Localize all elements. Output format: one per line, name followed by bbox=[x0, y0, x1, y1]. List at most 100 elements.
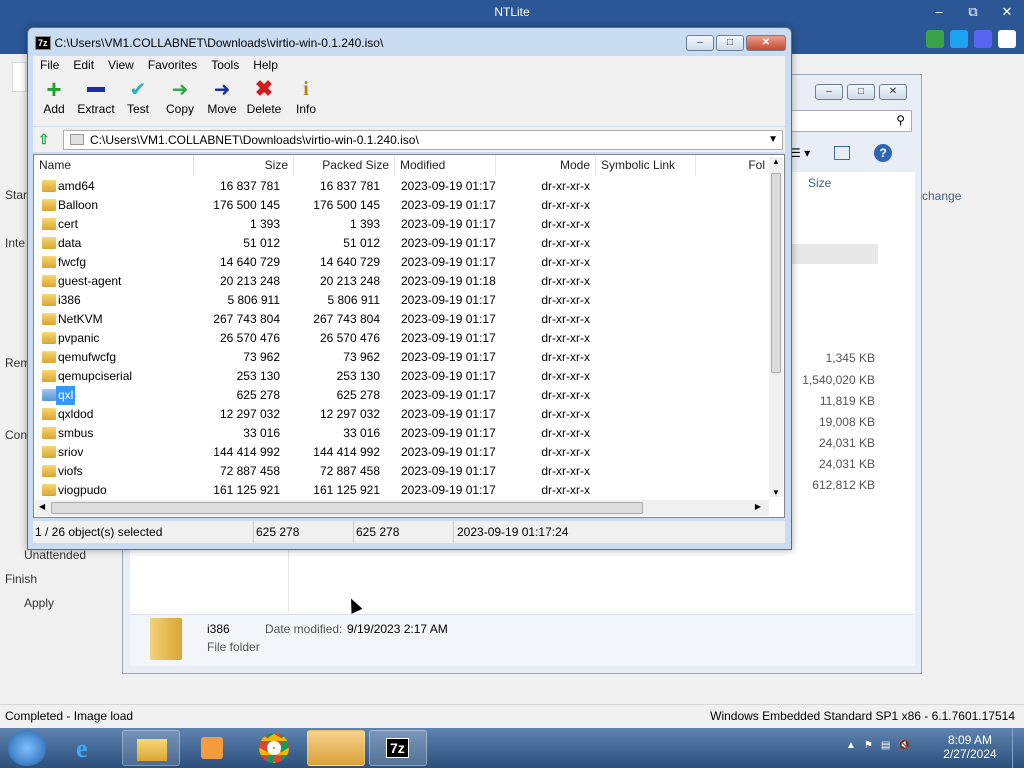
file-row[interactable]: viofs 72 887 458 72 887 458 2023-09-19 01:1… bbox=[34, 462, 770, 481]
col-folders[interactable]: Fol bbox=[696, 155, 770, 176]
clock[interactable]: 8:09 AM 2/27/2024 bbox=[940, 733, 1000, 761]
scroll-down-icon[interactable]: ▼ bbox=[772, 488, 780, 497]
copy-button[interactable]: ➜ Copy bbox=[159, 76, 201, 126]
file-row[interactable]: sriov 144 414 992 144 414 992 2023-09-19 01… bbox=[34, 443, 770, 462]
nav-item-unattended[interactable]: Unattended bbox=[24, 548, 86, 562]
scroll-up-icon[interactable]: ▲ bbox=[772, 157, 780, 166]
col-name[interactable]: Name bbox=[34, 155, 194, 176]
scroll-right-icon[interactable]: ▶ bbox=[755, 502, 761, 511]
move-button[interactable]: ➜ Move bbox=[201, 76, 243, 126]
info-button[interactable]: i Info bbox=[285, 76, 327, 126]
explorer-minimize-icon[interactable]: – bbox=[815, 84, 843, 100]
taskbar-explorer-icon[interactable] bbox=[122, 730, 180, 766]
row-name: Balloon bbox=[58, 198, 99, 212]
file-row-selected[interactable]: qxl 625 278 625 278 2023-09-19 01:17 dr-xr-x… bbox=[34, 386, 770, 405]
status-size: 625 278 bbox=[256, 525, 300, 539]
nav-item-integrate[interactable]: Inte bbox=[5, 236, 25, 250]
horizontal-scrollbar[interactable]: ◀ ▶ bbox=[35, 500, 769, 516]
sevenzip-maximize-icon[interactable]: □ bbox=[716, 35, 744, 51]
file-row[interactable]: viogpudo 161 125 921 161 125 921 2023-09-19… bbox=[34, 481, 770, 500]
row-mode: dr-xr-xr-x bbox=[541, 369, 590, 383]
col-packed-size[interactable]: Packed Size bbox=[294, 155, 395, 176]
nav-item-start[interactable]: Star bbox=[5, 188, 27, 202]
preview-pane-icon[interactable] bbox=[834, 146, 851, 160]
file-row[interactable]: NetKVM 267 743 804 267 743 804 2023-09-19 0… bbox=[34, 310, 770, 329]
discord-icon[interactable] bbox=[974, 30, 992, 48]
explorer-view-tools: ☰ ▾ ? bbox=[790, 144, 893, 162]
nav-item-finish[interactable]: Finish bbox=[5, 572, 37, 586]
col-modified[interactable]: Modified bbox=[395, 155, 496, 176]
taskbar-media-player-icon[interactable] bbox=[183, 730, 241, 766]
menu-help[interactable]: Help bbox=[246, 56, 285, 76]
col-mode[interactable]: Mode bbox=[496, 155, 596, 176]
taskbar-7zip-icon[interactable]: 7z bbox=[369, 730, 427, 766]
col-size[interactable]: Size bbox=[194, 155, 294, 176]
show-desktop-button[interactable] bbox=[1012, 728, 1024, 768]
view-options-icon[interactable]: ☰ ▾ bbox=[790, 146, 810, 160]
file-row[interactable]: cert 1 393 1 393 2023-09-19 01:17 dr-xr-xr-x bbox=[34, 215, 770, 234]
vertical-scroll-thumb[interactable] bbox=[771, 173, 781, 373]
update-arrow-icon[interactable] bbox=[926, 30, 944, 48]
file-row[interactable]: qemupciserial 253 130 253 130 2023-09-19 01… bbox=[34, 367, 770, 386]
ntlite-title: NTLite bbox=[494, 5, 530, 19]
file-row[interactable]: fwcfg 14 640 729 14 640 729 2023-09-19 01:1… bbox=[34, 253, 770, 272]
row-size: 33 016 bbox=[243, 426, 280, 440]
twitter-icon[interactable] bbox=[950, 30, 968, 48]
explorer-maximize-icon[interactable]: □ bbox=[847, 84, 875, 100]
taskbar-ie-icon[interactable]: e bbox=[62, 730, 120, 766]
taskbar-chrome-icon[interactable] bbox=[245, 730, 303, 766]
details-name: i386 bbox=[207, 622, 230, 636]
file-row[interactable]: smbus 33 016 33 016 2023-09-19 01:17 dr-xr-x… bbox=[34, 424, 770, 443]
file-row[interactable]: qemufwcfg 73 962 73 962 2023-09-19 01:17 dr-… bbox=[34, 348, 770, 367]
ntlite-load-icon[interactable] bbox=[12, 62, 26, 92]
info-icon[interactable] bbox=[998, 30, 1016, 48]
status-packed: 625 278 bbox=[356, 525, 400, 539]
start-button[interactable] bbox=[8, 730, 46, 766]
menu-view[interactable]: View bbox=[101, 56, 141, 76]
explorer-size-header[interactable]: Size bbox=[808, 176, 831, 190]
row-name: fwcfg bbox=[58, 255, 87, 269]
nav-item-apply[interactable]: Apply bbox=[24, 596, 54, 610]
file-row[interactable]: data 51 012 51 012 2023-09-19 01:17 dr-xr-xr… bbox=[34, 234, 770, 253]
folder-icon bbox=[42, 237, 56, 249]
maximize-icon[interactable]: ⧉ bbox=[956, 0, 990, 26]
file-row[interactable]: qxldod 12 297 032 12 297 032 2023-09-19 01:… bbox=[34, 405, 770, 424]
delete-button[interactable]: ✖ Delete bbox=[243, 76, 285, 126]
file-row[interactable]: guest-agent 20 213 248 20 213 248 2023-09-1… bbox=[34, 272, 770, 291]
file-row[interactable]: amd64 16 837 781 16 837 781 2023-09-19 01:1… bbox=[34, 177, 770, 196]
tray-expand-icon[interactable]: ▲ bbox=[846, 740, 856, 751]
extract-button[interactable]: Extract bbox=[75, 76, 117, 126]
file-row[interactable]: pvpanic 26 570 476 26 570 476 2023-09-19 01… bbox=[34, 329, 770, 348]
menu-edit[interactable]: Edit bbox=[66, 56, 101, 76]
row-size: 267 743 804 bbox=[213, 312, 280, 326]
taskbar-ntlite-icon[interactable] bbox=[307, 730, 365, 766]
test-button[interactable]: ✔ Test bbox=[117, 76, 159, 126]
explorer-close-icon[interactable]: ✕ bbox=[879, 84, 907, 100]
details-date: 9/19/2023 2:17 AM bbox=[347, 622, 448, 636]
file-row[interactable]: i386 5 806 911 5 806 911 2023-09-19 01:17 dr… bbox=[34, 291, 770, 310]
scroll-left-icon[interactable]: ◀ bbox=[39, 502, 45, 511]
nav-item-configure[interactable]: Con bbox=[5, 428, 27, 442]
help-icon[interactable]: ? bbox=[874, 144, 893, 162]
tray-volume-muted-icon[interactable]: 🔇 bbox=[898, 740, 910, 751]
menu-tools[interactable]: Tools bbox=[204, 56, 246, 76]
address-input[interactable]: C:\Users\VM1.COLLABNET\Downloads\virtio-… bbox=[63, 130, 783, 150]
explorer-search-input[interactable]: ⚲ bbox=[790, 110, 912, 132]
address-dropdown-icon[interactable]: ▼ bbox=[768, 131, 778, 149]
tray-flag-icon[interactable]: ⚑ bbox=[864, 740, 873, 751]
file-row[interactable]: Balloon 176 500 145 176 500 145 2023-09-19 … bbox=[34, 196, 770, 215]
close-icon[interactable]: ✕ bbox=[990, 0, 1024, 26]
row-packed: 5 806 911 bbox=[327, 293, 381, 307]
col-symbolic-link[interactable]: Symbolic Link bbox=[596, 155, 696, 176]
menu-favorites[interactable]: Favorites bbox=[141, 56, 204, 76]
add-button[interactable]: + Add bbox=[33, 74, 75, 126]
explorer-gray-bar bbox=[792, 244, 878, 264]
folder-up-icon[interactable]: ⇧ bbox=[38, 131, 54, 147]
sevenzip-close-icon[interactable]: ✕ bbox=[746, 35, 786, 51]
horizontal-scroll-thumb[interactable] bbox=[51, 502, 643, 514]
vertical-scrollbar[interactable]: ▲ ▼ bbox=[769, 157, 783, 497]
tray-network-icon[interactable]: ▤ bbox=[881, 740, 890, 751]
row-mode: dr-xr-xr-x bbox=[541, 179, 590, 193]
minimize-icon[interactable]: – bbox=[922, 0, 956, 26]
sevenzip-minimize-icon[interactable]: – bbox=[686, 35, 714, 51]
